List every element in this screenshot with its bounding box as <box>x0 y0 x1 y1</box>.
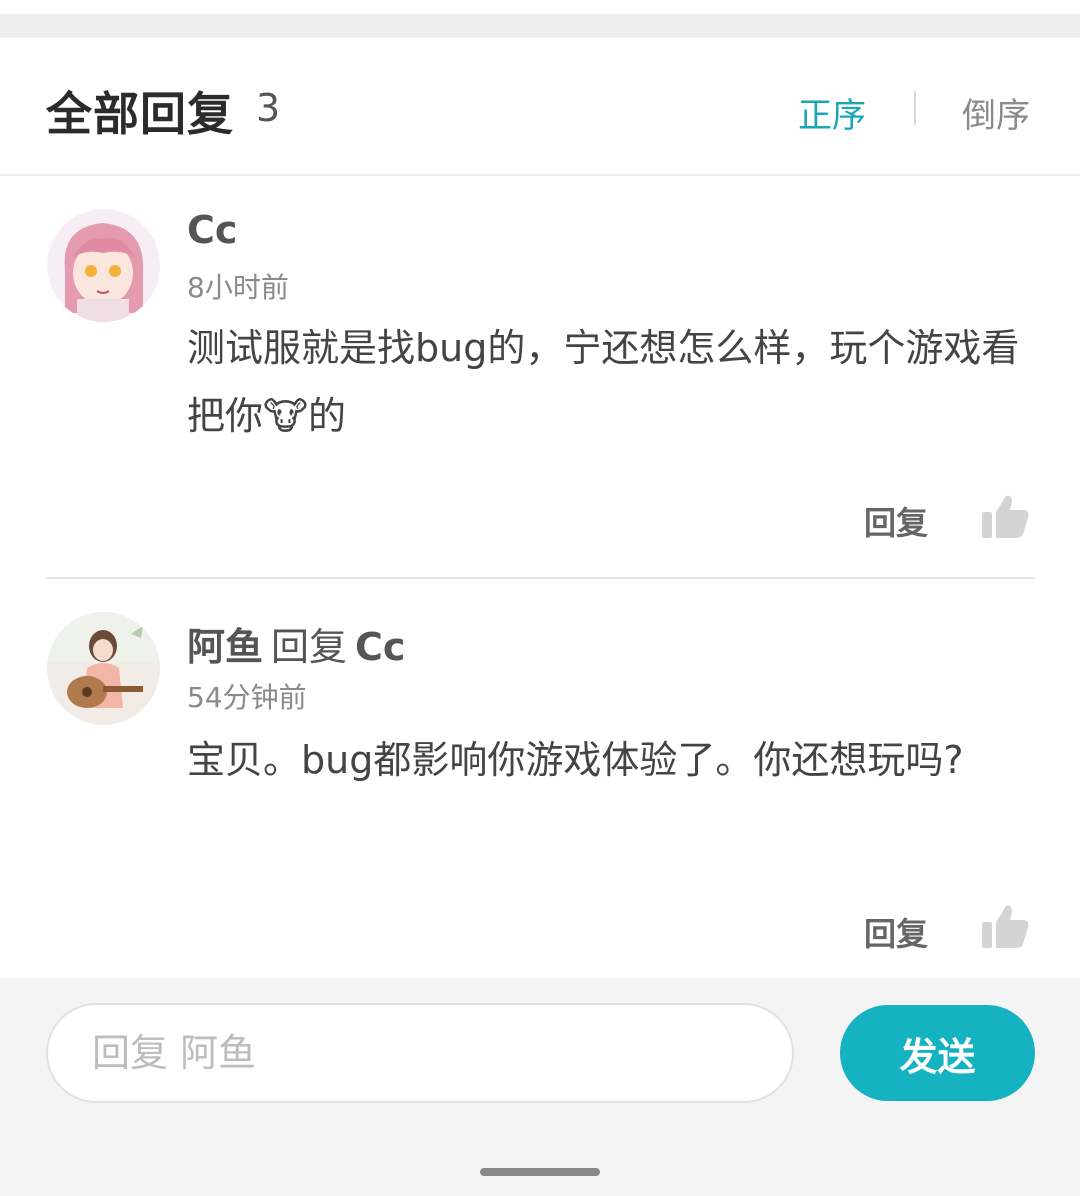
page-title: 全部回复 <box>46 87 234 141</box>
reply-button[interactable]: 回复 <box>864 909 928 955</box>
reply-footer: 发送 <box>0 978 1080 1196</box>
reply-input[interactable] <box>46 1003 794 1103</box>
thumbs-up-icon[interactable] <box>980 494 1030 540</box>
comment-author-line: 阿鱼 回复 Cc <box>187 616 405 671</box>
author-name[interactable]: Cc <box>187 208 237 252</box>
avatar[interactable] <box>47 612 160 725</box>
sort-ascending-button[interactable]: 正序 <box>798 88 866 137</box>
comment-author-line: Cc <box>187 208 237 252</box>
comment-content: 宝贝。bug都影响你游戏体验了。你还想玩吗? <box>187 738 964 782</box>
top-strip <box>0 0 1080 38</box>
author-name[interactable]: 阿鱼 <box>187 625 263 669</box>
reply-button[interactable]: 回复 <box>864 498 928 544</box>
comment-divider <box>46 577 1035 579</box>
avatar-guitar-girl-icon <box>47 612 160 725</box>
reply-indicator: 回复 <box>271 625 348 669</box>
comment-time: 54分钟前 <box>187 681 307 714</box>
comment-time: 8小时前 <box>187 271 289 304</box>
home-indicator[interactable] <box>480 1168 600 1176</box>
comment-content: 测试服就是找bug的，宁还想怎么样，玩个游戏看把你🐮的 <box>187 326 1020 438</box>
sort-separator <box>914 91 916 125</box>
reply-count: 3 <box>256 86 281 130</box>
reply-to-name[interactable]: Cc <box>355 625 405 669</box>
avatar[interactable] <box>47 209 160 322</box>
replies-header: 全部回复 3 正序 倒序 <box>0 38 1080 176</box>
top-divider-bar <box>0 14 1080 38</box>
thumbs-up-icon[interactable] <box>980 904 1030 950</box>
send-button[interactable]: 发送 <box>840 1005 1035 1101</box>
avatar-anime-girl-icon <box>47 209 160 322</box>
sort-descending-button[interactable]: 倒序 <box>962 88 1030 137</box>
